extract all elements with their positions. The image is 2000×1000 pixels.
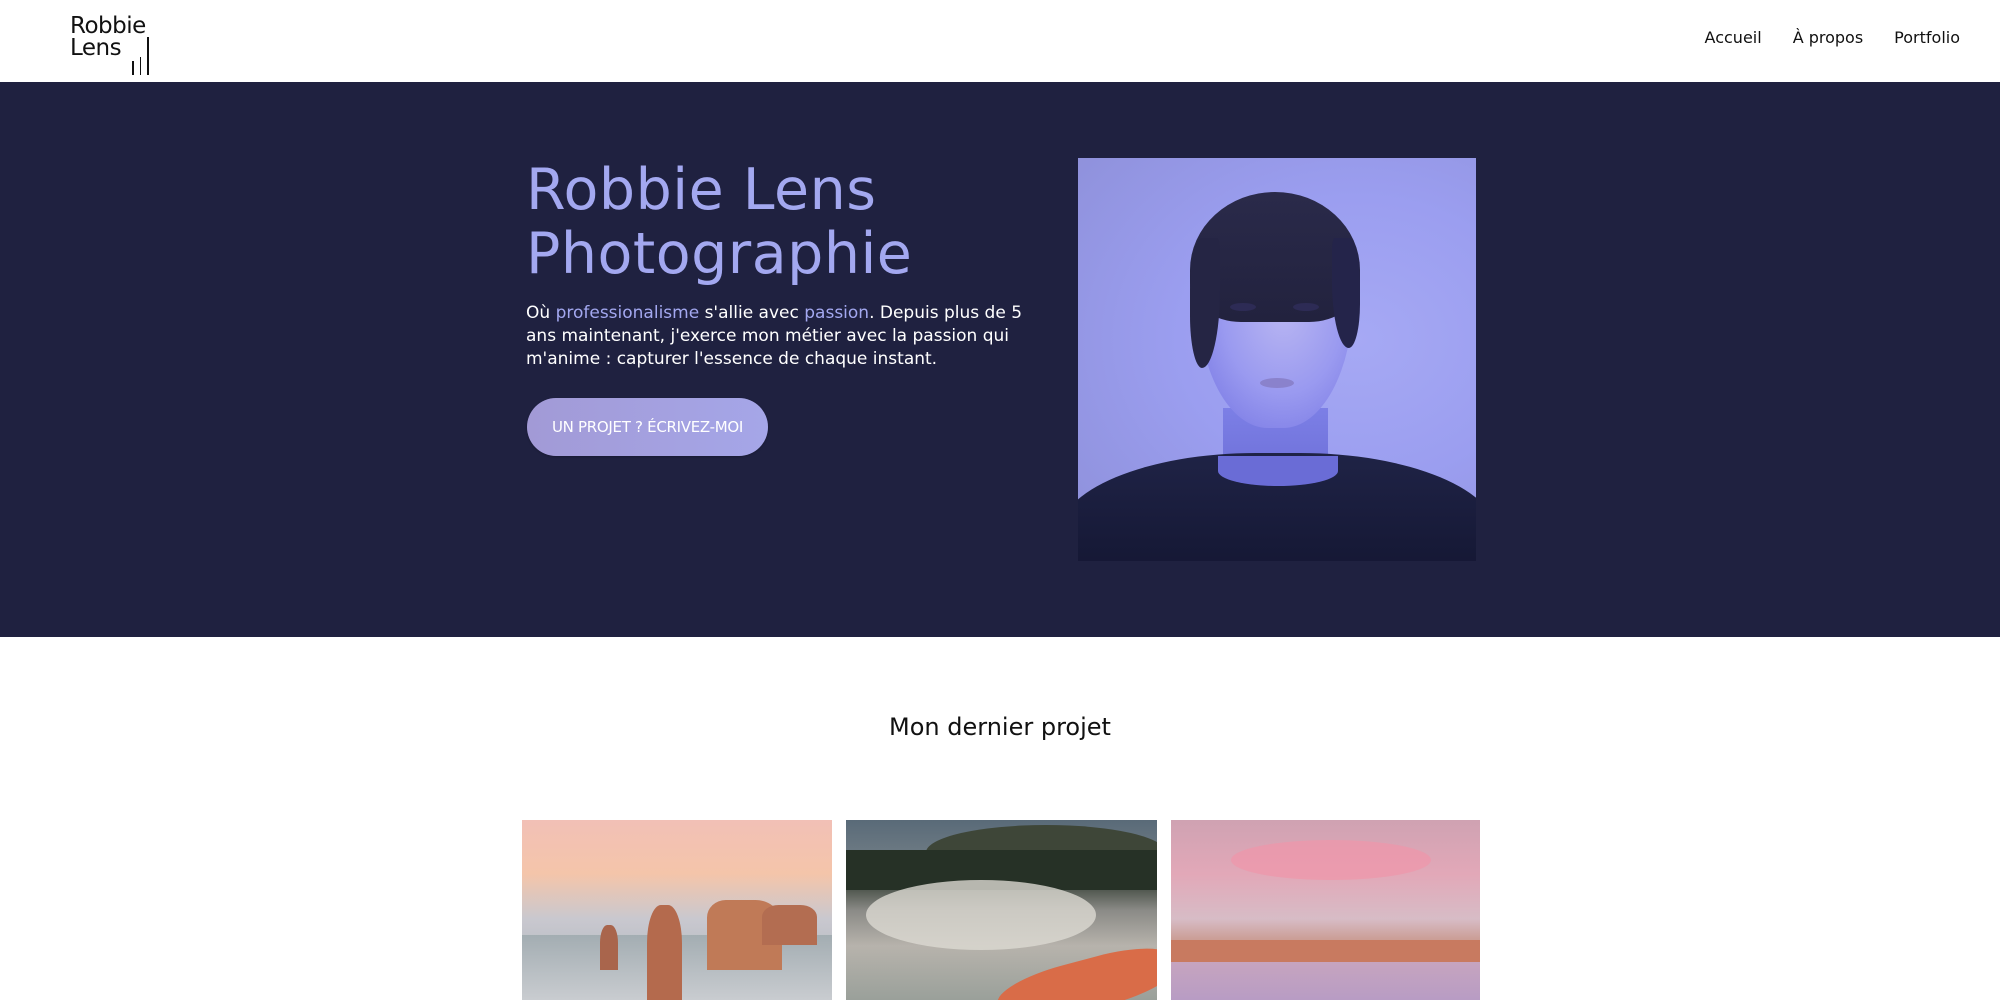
- hero-title-line-2: Photographie: [526, 221, 913, 287]
- hero-section: Robbie Lens Photographie Où professional…: [0, 82, 2000, 637]
- logo-bars-icon: [132, 37, 149, 75]
- project-gallery: [522, 820, 1480, 1000]
- nav-item-a-propos[interactable]: À propos: [1793, 28, 1863, 47]
- main-nav: Accueil À propos Portfolio: [1705, 28, 1960, 47]
- hero-desc-highlight-passion: passion: [804, 303, 870, 323]
- hero-description: Où professionalisme s'allie avec passion…: [526, 302, 1026, 371]
- brand-logo[interactable]: Robbie Lens: [70, 13, 154, 75]
- site-header: Robbie Lens Accueil À propos Portfolio: [0, 0, 2000, 82]
- project-photo-geothermal-pool[interactable]: [846, 820, 1157, 1000]
- project-photo-coastal-rocks[interactable]: [522, 820, 832, 1000]
- nav-item-accueil[interactable]: Accueil: [1705, 28, 1762, 47]
- hero-desc-highlight-professionalisme: professionalisme: [555, 303, 700, 323]
- portrait-photo: [1078, 158, 1476, 561]
- hero-desc-part-2: s'allie avec: [699, 303, 805, 323]
- latest-project-title: Mon dernier projet: [889, 713, 1111, 741]
- project-photo-pink-beach[interactable]: [1171, 820, 1480, 1000]
- hero-desc-part-1: Où: [526, 303, 556, 323]
- hero-title-line-1: Robbie Lens: [526, 157, 877, 223]
- contact-cta-button[interactable]: UN PROJET ? ÉCRIVEZ-MOI: [527, 398, 768, 456]
- logo-line-1: Robbie: [70, 13, 146, 39]
- hero-title: Robbie Lens Photographie: [526, 158, 1006, 286]
- nav-item-portfolio[interactable]: Portfolio: [1894, 28, 1960, 47]
